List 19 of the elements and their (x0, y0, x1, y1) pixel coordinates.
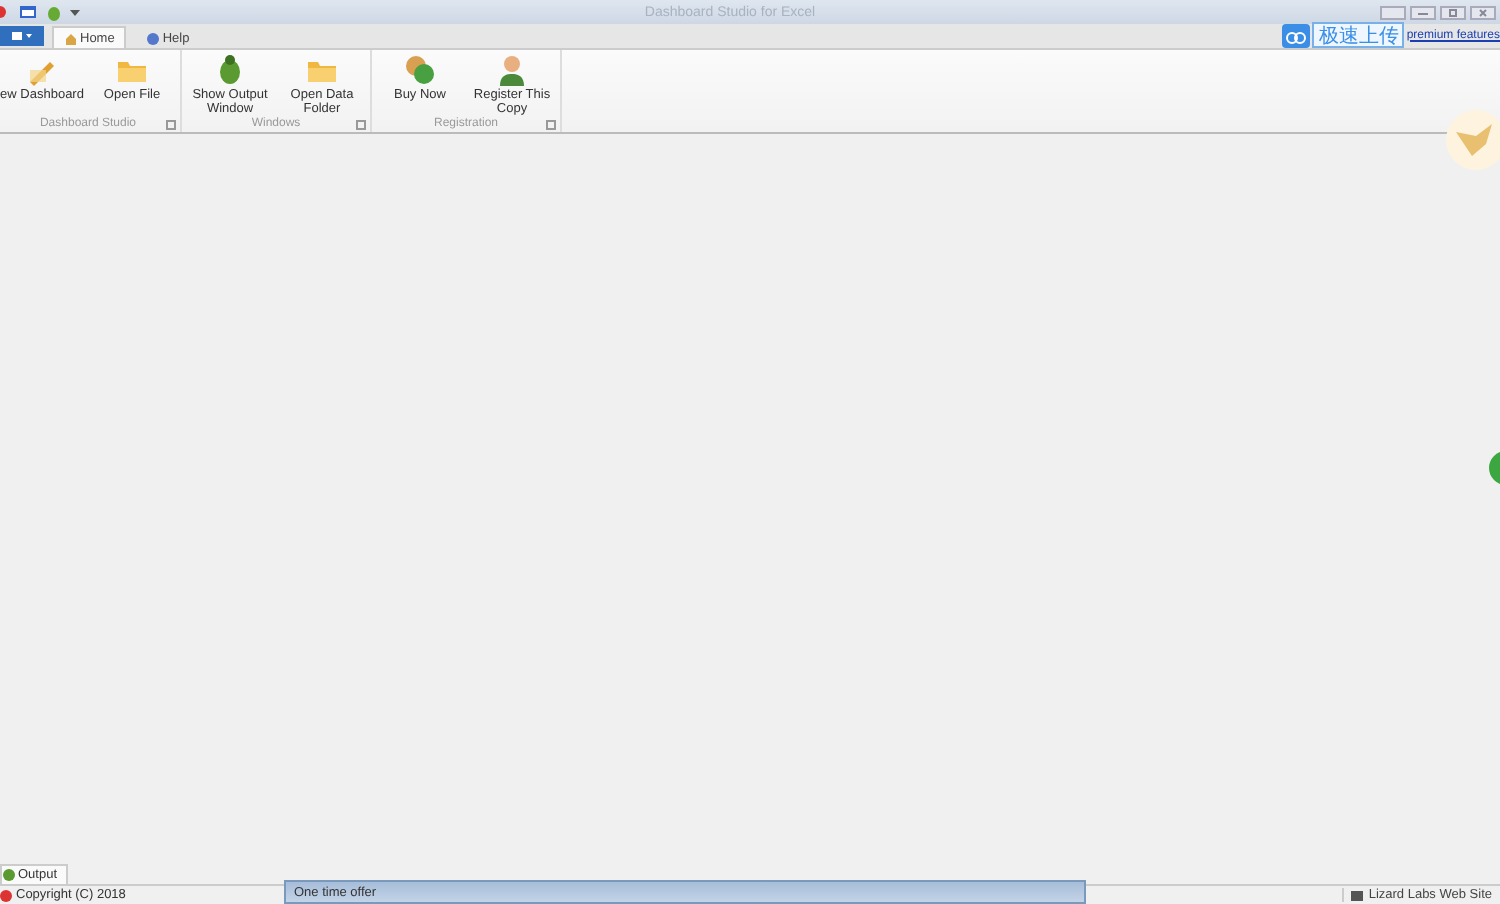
bug-icon (2, 868, 16, 882)
close-icon[interactable] (1470, 5, 1496, 19)
bug-icon (214, 54, 246, 86)
dialog-launcher-icon[interactable] (166, 120, 176, 130)
home-icon (64, 31, 78, 45)
maximize-icon[interactable] (1440, 5, 1466, 19)
dialog-launcher-icon[interactable] (546, 120, 556, 131)
minimize-icon[interactable] (1410, 5, 1436, 19)
cloud-icon[interactable] (1282, 23, 1311, 47)
app-icon[interactable] (0, 4, 12, 20)
status-icon (0, 889, 12, 901)
menu-icon (10, 30, 34, 42)
bug-icon[interactable] (46, 3, 62, 21)
window-icon[interactable] (20, 4, 38, 20)
file-menu-button[interactable] (0, 26, 44, 46)
dropdown-icon[interactable] (70, 7, 80, 17)
person-icon (496, 54, 528, 86)
dialog-launcher-icon[interactable] (356, 120, 366, 131)
coins-icon (404, 54, 436, 86)
